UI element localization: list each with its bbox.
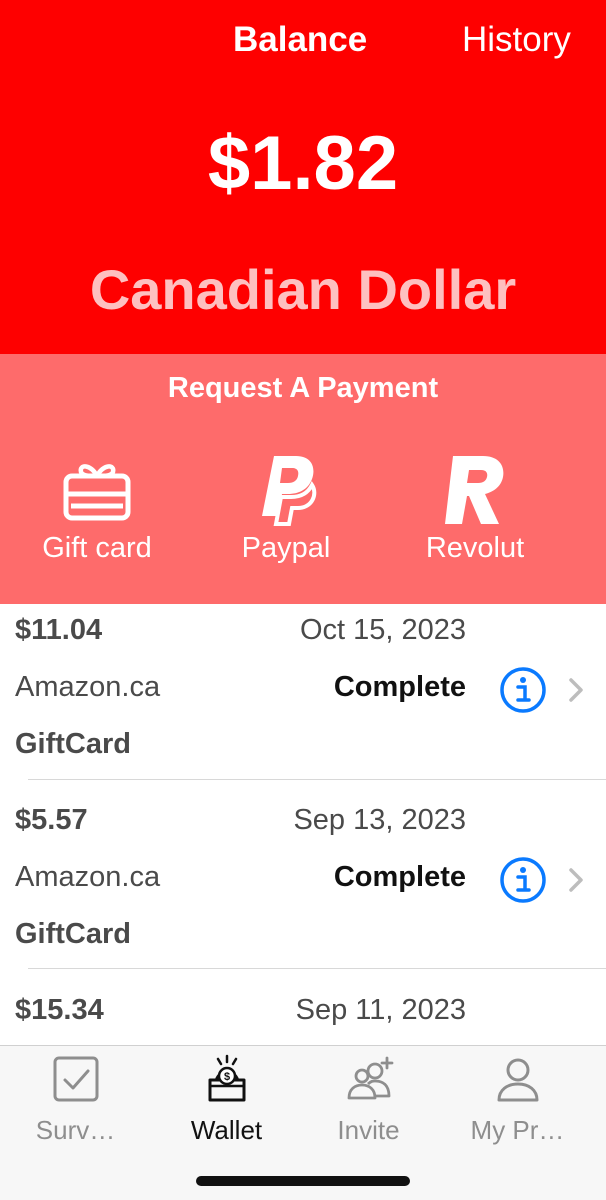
tab-balance[interactable]: Balance bbox=[233, 18, 367, 62]
tab-my-profile-label: My Pr… bbox=[470, 1115, 565, 1145]
tab-surveys[interactable]: Surv… bbox=[0, 1046, 151, 1156]
request-payment-panel: Request A Payment Gift card Paypal Revol… bbox=[0, 354, 606, 604]
tab-invite[interactable]: Invite bbox=[293, 1046, 444, 1156]
balance-amount: $1.82 bbox=[207, 121, 399, 206]
transaction-date: Oct 15, 2023 bbox=[299, 614, 466, 646]
transaction-row[interactable]: $11.04 Oct 15, 2023 Amazon.ca Complete G… bbox=[0, 604, 606, 794]
checkbox-icon bbox=[53, 1056, 98, 1102]
paypal-label: Paypal bbox=[241, 532, 331, 564]
invite-people-icon bbox=[347, 1056, 393, 1100]
transaction-amount: $5.57 bbox=[15, 804, 88, 836]
transaction-date: Sep 13, 2023 bbox=[293, 804, 466, 836]
svg-text:$: $ bbox=[223, 1071, 229, 1083]
row-divider bbox=[28, 968, 606, 969]
transaction-merchant: Amazon.ca bbox=[15, 671, 161, 703]
chevron-right-icon bbox=[569, 678, 583, 702]
person-icon bbox=[497, 1058, 538, 1102]
transaction-date: Sep 11, 2023 bbox=[295, 994, 466, 1026]
revolut-label: Revolut bbox=[425, 532, 525, 564]
transaction-status: Complete bbox=[333, 671, 466, 703]
revolut-icon bbox=[445, 456, 504, 524]
request-payment-title: Request A Payment bbox=[167, 372, 439, 404]
home-indicator bbox=[196, 1176, 410, 1186]
tab-invite-label: Invite bbox=[337, 1115, 400, 1145]
transaction-row[interactable]: $5.57 Sep 13, 2023 Amazon.ca Complete Gi… bbox=[0, 794, 606, 984]
tab-history[interactable]: History bbox=[462, 18, 571, 62]
gift-card-label: Gift card bbox=[42, 532, 152, 564]
paypal-icon bbox=[262, 456, 317, 526]
transaction-status: Complete bbox=[333, 861, 466, 893]
row-divider bbox=[28, 779, 606, 780]
transaction-list[interactable]: $11.04 Oct 15, 2023 Amazon.ca Complete G… bbox=[0, 604, 606, 1045]
revolut-option[interactable]: Revolut bbox=[380, 450, 570, 580]
transaction-type: GiftCard bbox=[15, 918, 131, 950]
info-icon[interactable] bbox=[499, 666, 547, 714]
transaction-amount: $11.04 bbox=[15, 614, 103, 646]
transaction-row[interactable]: $15.34 Sep 11, 2023 bbox=[0, 984, 606, 1045]
info-icon[interactable] bbox=[499, 856, 547, 904]
balance-header: Balance History $1.82 Canadian Dollar bbox=[0, 0, 606, 354]
chevron-right-icon bbox=[569, 868, 583, 892]
gift-card-option[interactable]: Gift card bbox=[2, 450, 192, 580]
tab-my-profile[interactable]: My Pr… bbox=[442, 1046, 593, 1156]
tab-surveys-label: Surv… bbox=[35, 1115, 116, 1145]
wallet-icon: $ bbox=[208, 1054, 245, 1102]
tab-wallet-label: Wallet bbox=[190, 1115, 263, 1145]
tab-wallet[interactable]: $ Wallet bbox=[151, 1046, 302, 1156]
paypal-option[interactable]: Paypal bbox=[191, 450, 381, 580]
balance-currency: Canadian Dollar bbox=[89, 258, 517, 321]
transaction-merchant: Amazon.ca bbox=[15, 861, 161, 893]
gift-card-icon bbox=[63, 464, 131, 521]
transaction-type: GiftCard bbox=[15, 728, 131, 760]
transaction-amount: $15.34 bbox=[15, 994, 104, 1026]
